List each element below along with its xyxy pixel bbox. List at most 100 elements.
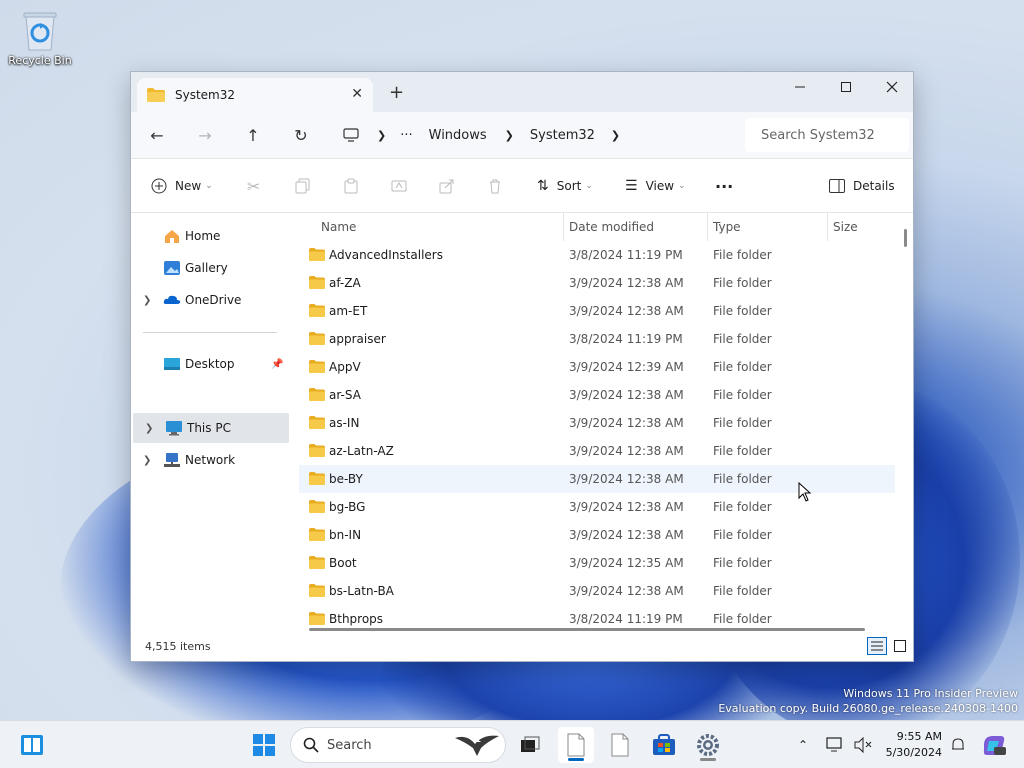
refresh-button[interactable]: ↻: [287, 122, 315, 148]
breadcrumb[interactable]: ❯ ··· Windows ❯ System32 ❯: [333, 118, 733, 152]
table-row[interactable]: Boot 3/9/2024 12:35 AM File folder: [299, 549, 895, 577]
table-row[interactable]: appraiser 3/8/2024 11:19 PM File folder: [299, 325, 895, 353]
nav-desktop[interactable]: Desktop 📌: [131, 349, 287, 379]
file-date-modified: 3/9/2024 12:35 AM: [569, 556, 684, 570]
copy-icon: [295, 178, 310, 194]
file-date-modified: 3/8/2024 11:19 PM: [569, 612, 683, 626]
file-type: File folder: [713, 276, 772, 290]
details-pane-button[interactable]: Details: [829, 174, 895, 198]
taskbar-search[interactable]: Search: [290, 727, 506, 763]
table-row[interactable]: ar-SA 3/9/2024 12:38 AM File folder: [299, 381, 895, 409]
table-row[interactable]: AdvancedInstallers 3/8/2024 11:19 PM File …: [299, 241, 895, 269]
folder-icon: [309, 416, 325, 429]
delete-button[interactable]: [487, 174, 503, 198]
new-button[interactable]: New ⌄: [151, 174, 213, 198]
file-name: appraiser: [329, 332, 386, 346]
vertical-scrollbar[interactable]: [904, 229, 907, 247]
recycle-bin[interactable]: Recycle Bin: [4, 8, 76, 67]
table-row[interactable]: as-IN 3/9/2024 12:38 AM File folder: [299, 409, 895, 437]
column-header-row: Name ⌃ Date modified Type Size: [289, 213, 913, 241]
network-tray-button[interactable]: [820, 727, 850, 763]
nav-desktop-label: Desktop: [185, 357, 235, 371]
column-size[interactable]: Size: [833, 220, 858, 234]
copilot-button[interactable]: [976, 727, 1012, 763]
up-button[interactable]: ↑: [239, 122, 267, 148]
system-clock[interactable]: 9:55 AM 5/30/2024: [884, 729, 942, 761]
document-icon: [611, 733, 629, 757]
column-date-modified[interactable]: Date modified: [569, 220, 654, 234]
column-name[interactable]: Name: [321, 220, 356, 234]
breadcrumb-windows[interactable]: Windows: [429, 128, 487, 143]
evaluation-watermark: Windows 11 Pro Insider Preview Evaluatio…: [718, 686, 1018, 716]
table-row[interactable]: az-Latn-AZ 3/9/2024 12:38 AM File folder: [299, 437, 895, 465]
task-view-button[interactable]: [512, 727, 548, 763]
column-divider[interactable]: [707, 213, 708, 241]
taskbar-store[interactable]: [646, 727, 682, 763]
widgets-button[interactable]: [14, 727, 50, 763]
monitor-tray-icon: [826, 737, 842, 752]
maximize-button[interactable]: [823, 72, 869, 102]
file-type: File folder: [713, 360, 772, 374]
tiles-view-button[interactable]: [891, 637, 909, 655]
copy-button[interactable]: [295, 174, 311, 198]
taskbar-notepad[interactable]: [602, 727, 638, 763]
nav-onedrive[interactable]: ❯ OneDrive: [131, 285, 287, 315]
new-tab-button[interactable]: +: [389, 82, 404, 103]
chevron-right-icon[interactable]: ❯: [143, 295, 151, 306]
taskbar-settings[interactable]: [690, 727, 726, 763]
forward-button[interactable]: →: [191, 122, 219, 148]
gear-icon: [697, 734, 719, 756]
column-type[interactable]: Type: [713, 220, 741, 234]
close-window-button[interactable]: [869, 72, 915, 102]
table-row[interactable]: am-ET 3/9/2024 12:38 AM File folder: [299, 297, 895, 325]
chevron-down-icon: ⌄: [585, 181, 593, 191]
breadcrumb-system32[interactable]: System32: [530, 128, 595, 143]
chevron-right-icon[interactable]: ❯: [143, 455, 151, 466]
table-row[interactable]: bs-Latn-BA 3/9/2024 12:38 AM File folder: [299, 577, 895, 605]
rename-button[interactable]: [391, 174, 407, 198]
volume-tray-button[interactable]: [848, 727, 878, 763]
nav-home[interactable]: Home: [131, 221, 287, 251]
nav-gallery[interactable]: Gallery: [131, 253, 287, 283]
file-explorer-window: System32 ✕ + ← → ↑ ↻ ❯ ··· Windows ❯ Sys…: [130, 71, 914, 662]
taskbar-file-explorer[interactable]: [558, 727, 594, 763]
breadcrumb-more[interactable]: ···: [400, 128, 412, 143]
show-hidden-icons-button[interactable]: ⌃: [788, 727, 818, 763]
chevron-right-icon[interactable]: ❯: [145, 423, 153, 434]
column-divider[interactable]: [563, 213, 564, 241]
start-button[interactable]: [246, 727, 282, 763]
file-name: AppV: [329, 360, 361, 374]
search-highlight-bird-icon: [455, 735, 499, 756]
task-view-icon: [521, 736, 540, 752]
minimize-button[interactable]: [777, 72, 823, 102]
details-view-button[interactable]: [867, 637, 887, 655]
notifications-button[interactable]: [944, 727, 972, 763]
file-name: bg-BG: [329, 500, 366, 514]
tiles-view-icon: [894, 640, 906, 652]
tab-system32[interactable]: System32 ✕: [137, 78, 373, 112]
new-button-label: New: [175, 179, 202, 193]
pin-icon[interactable]: 📌: [271, 359, 283, 370]
nav-this-pc[interactable]: ❯ This PC: [133, 413, 289, 443]
nav-network[interactable]: ❯ Network: [131, 445, 287, 475]
table-row[interactable]: AppV 3/9/2024 12:39 AM File folder: [299, 353, 895, 381]
list-view-icon: [871, 641, 883, 651]
clock-time: 9:55 AM: [896, 730, 942, 743]
search-icon: [303, 737, 319, 753]
table-row[interactable]: af-ZA 3/9/2024 12:38 AM File folder: [299, 269, 895, 297]
paste-button[interactable]: [343, 174, 359, 198]
cut-button[interactable]: ✂: [247, 174, 260, 198]
sort-button[interactable]: ⇅ Sort ⌄: [537, 174, 593, 198]
chevron-down-icon: ⌄: [678, 181, 686, 191]
close-tab-icon[interactable]: ✕: [351, 86, 363, 102]
mouse-cursor-icon: [798, 482, 812, 502]
share-button[interactable]: [439, 174, 455, 198]
back-button[interactable]: ←: [143, 122, 171, 148]
file-date-modified: 3/9/2024 12:38 AM: [569, 528, 684, 542]
view-button[interactable]: ☰ View ⌄: [625, 174, 686, 198]
search-input[interactable]: Search System32: [745, 118, 909, 152]
widgets-icon: [21, 735, 43, 755]
table-row[interactable]: bn-IN 3/9/2024 12:38 AM File folder: [299, 521, 895, 549]
more-options-button[interactable]: ···: [715, 174, 733, 198]
column-divider[interactable]: [827, 213, 828, 241]
